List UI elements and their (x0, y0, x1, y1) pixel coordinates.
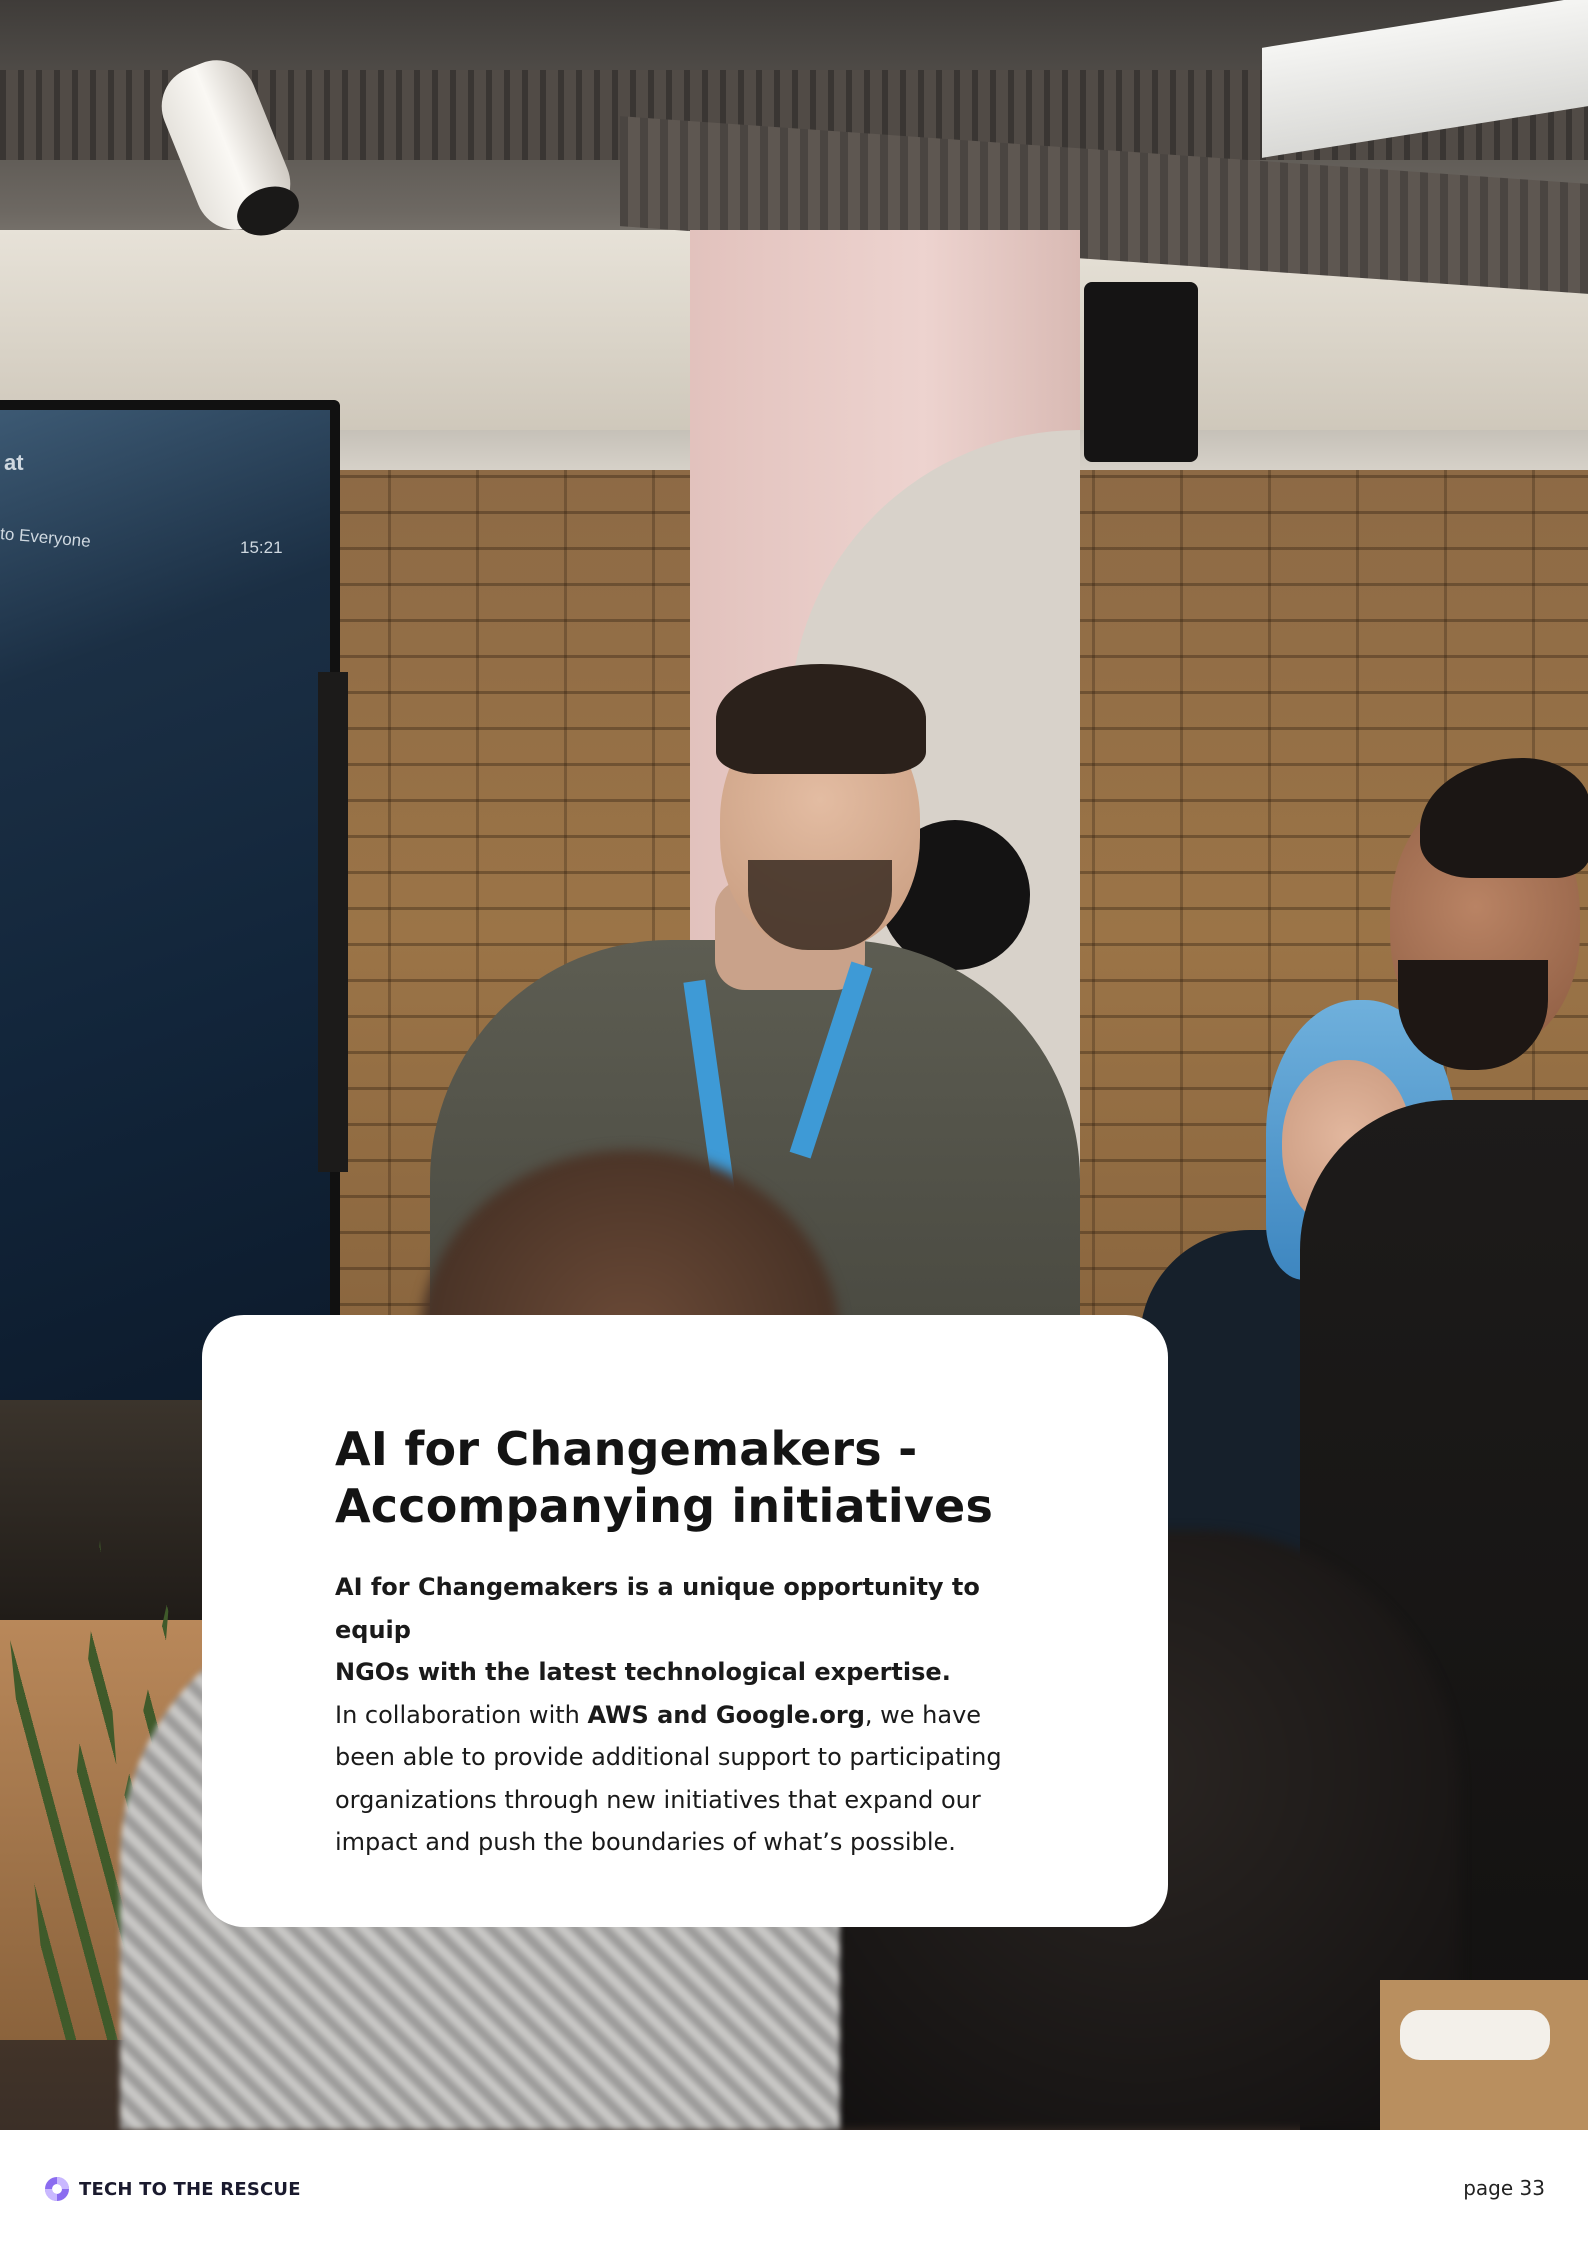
body-paragraph: In collaboration with AWS and Google.org… (335, 1694, 1055, 1864)
body-text: organizations through new initiatives th… (335, 1785, 981, 1814)
lead-line: NGOs with the latest technological exper… (335, 1658, 951, 1686)
lead-paragraph: AI for Changemakers is a unique opportun… (335, 1566, 1055, 1694)
body-text: been able to provide additional support … (335, 1743, 1002, 1771)
screen-text: at (4, 450, 24, 475)
wall-screen (0, 400, 340, 1420)
lifebuoy-icon (45, 2177, 69, 2201)
speaker (1084, 282, 1198, 462)
lead-line: AI for Changemakers is a unique opportun… (335, 1573, 980, 1644)
title-line: Accompanying initiatives (335, 1479, 994, 1533)
screen-bezel (318, 672, 348, 1172)
partner-names: AWS and Google.org (587, 1700, 865, 1729)
brand-logo: TECH TO THE RESCUE (43, 2175, 301, 2203)
card-body: AI for Changemakers is a unique opportun… (335, 1566, 1055, 1864)
table-cloth (1400, 2010, 1550, 2060)
body-text: In collaboration with (335, 1700, 588, 1729)
page-title: AI for Changemakers - Accompanying initi… (335, 1421, 1095, 1535)
page-footer: TECH TO THE RESCUE page 33 (0, 2130, 1588, 2246)
person-center-hair (716, 664, 926, 774)
body-text: , we have (864, 1700, 982, 1729)
title-line: AI for Changemakers - (335, 1422, 918, 1476)
content-card: AI for Changemakers - Accompanying initi… (202, 1315, 1168, 1927)
page-number: page 33 (1463, 2176, 1545, 2200)
body-text: impact and push the boundaries of what’s… (335, 1828, 956, 1856)
brand-name: TECH TO THE RESCUE (79, 2178, 301, 2200)
screen-time: 15:21 (240, 538, 283, 557)
